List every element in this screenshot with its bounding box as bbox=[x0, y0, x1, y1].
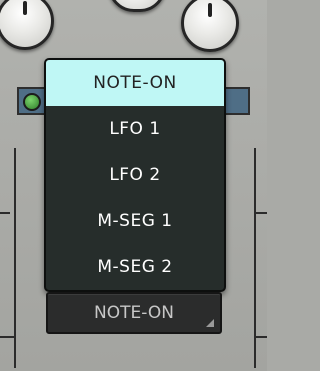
panel-tick-left bbox=[0, 212, 10, 214]
panel-divider-left bbox=[14, 148, 16, 368]
menu-item-note-on[interactable]: NOTE-ON bbox=[46, 60, 224, 106]
knob-pointer bbox=[208, 3, 212, 17]
panel-divider-right bbox=[254, 148, 256, 368]
led-indicator[interactable] bbox=[23, 93, 41, 111]
source-select[interactable]: NOTE-ON bbox=[46, 292, 222, 334]
resize-corner-icon bbox=[206, 319, 214, 327]
menu-item-m-seg-2[interactable]: M-SEG 2 bbox=[46, 244, 224, 290]
panel-tick-left-bottom bbox=[0, 336, 14, 338]
menu-item-lfo-2[interactable]: LFO 2 bbox=[46, 152, 224, 198]
menu-item-m-seg-1[interactable]: M-SEG 1 bbox=[46, 198, 224, 244]
source-select-value: NOTE-ON bbox=[94, 303, 174, 323]
knob-pointer bbox=[23, 1, 27, 15]
source-dropdown-menu: NOTE-ON LFO 1 LFO 2 M-SEG 1 M-SEG 2 bbox=[44, 58, 226, 292]
panel-tick-right bbox=[256, 212, 267, 214]
menu-item-lfo-1[interactable]: LFO 1 bbox=[46, 106, 224, 152]
panel-tick-right-bottom bbox=[254, 336, 267, 338]
